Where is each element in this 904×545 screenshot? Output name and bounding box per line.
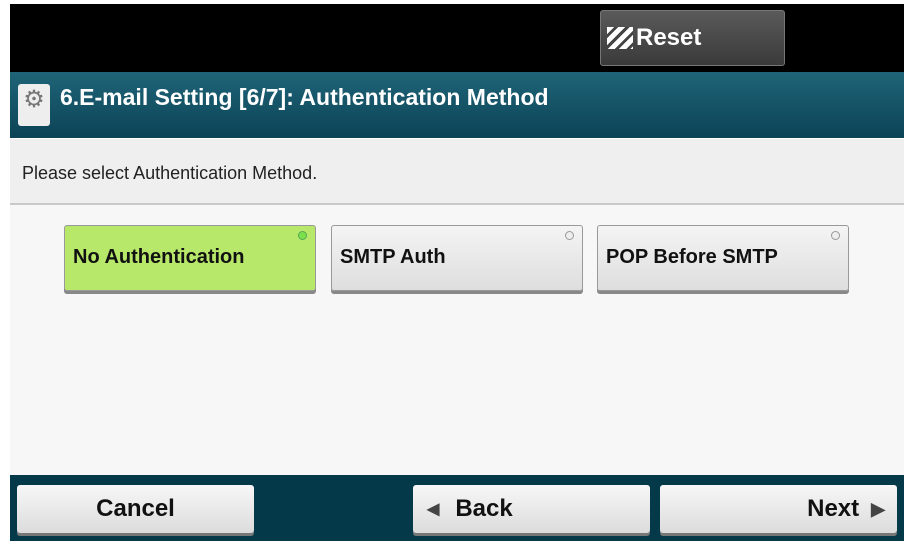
back-button[interactable]: ◀ Back xyxy=(413,485,650,533)
reset-icon xyxy=(607,27,633,49)
back-label: Back xyxy=(455,495,513,522)
radio-indicator-icon xyxy=(565,231,574,240)
settings-gear-icon: ⚙ xyxy=(18,84,50,126)
reset-button[interactable]: Reset xyxy=(600,10,785,66)
next-label: Next xyxy=(807,495,860,522)
reset-label: Reset xyxy=(636,24,702,51)
cancel-button[interactable]: Cancel xyxy=(17,485,254,533)
next-arrow-icon: ▶ xyxy=(871,498,885,519)
next-button[interactable]: Next ▶ xyxy=(660,485,897,533)
option-pop-before-smtp[interactable]: POP Before SMTP xyxy=(597,225,849,291)
page-title: 6.E-mail Setting [6/7]: Authentication M… xyxy=(60,84,549,110)
instruction-text: Please select Authentication Method. xyxy=(10,139,904,205)
radio-indicator-icon xyxy=(298,231,307,240)
radio-indicator-icon xyxy=(831,231,840,240)
cancel-label: Cancel xyxy=(96,495,175,522)
back-arrow-icon: ◀ xyxy=(427,501,440,518)
option-smtp-auth[interactable]: SMTP Auth xyxy=(331,225,583,291)
option-no-authentication[interactable]: No Authentication xyxy=(64,225,316,291)
option-label: No Authentication xyxy=(73,246,245,268)
option-label: SMTP Auth xyxy=(340,246,446,268)
option-label: POP Before SMTP xyxy=(606,246,778,268)
header-bar: ⚙ 6.E-mail Setting [6/7]: Authentication… xyxy=(10,72,904,138)
